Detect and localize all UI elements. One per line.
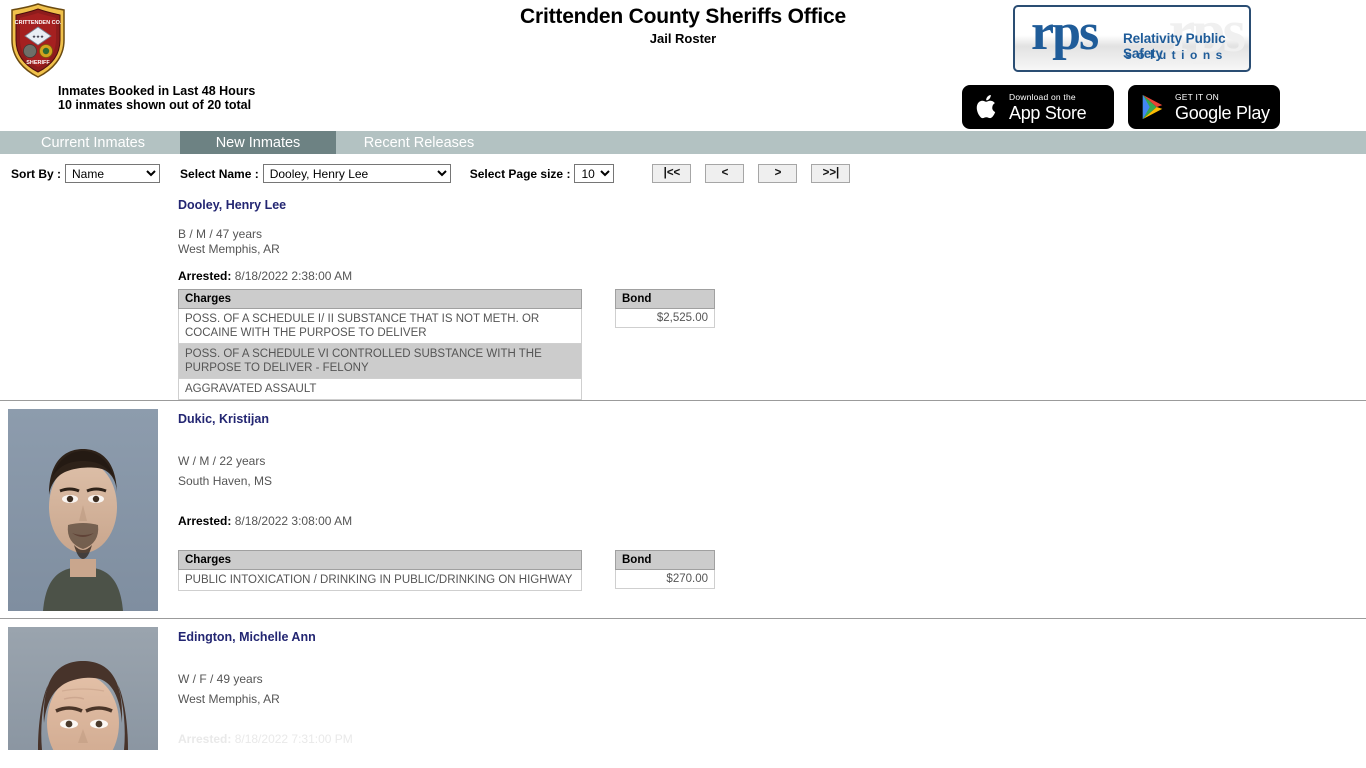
inmate-city: South Haven, MS — [178, 474, 273, 488]
tab-recent-releases[interactable]: Recent Releases — [336, 131, 502, 154]
svg-text:★★★: ★★★ — [32, 34, 45, 39]
inmate-demographics: W / F / 49 years — [178, 672, 263, 686]
inmate-demographics: B / M / 47 years — [178, 227, 263, 241]
inmate-demographics: W / M / 22 years — [178, 454, 266, 468]
sheriff-badge-icon: CRITTENDEN CO. ★★★ SHERIFF — [8, 2, 68, 80]
tab-new-inmates[interactable]: New Inmates — [180, 131, 336, 154]
first-page-button[interactable]: |<< — [652, 164, 692, 183]
last-page-button[interactable]: >>| — [811, 164, 851, 183]
rps-logo-tagline-secondary: solutions — [1125, 48, 1228, 62]
arrested-label: Arrested: — [178, 732, 232, 746]
sort-by-select[interactable]: Name — [65, 164, 161, 183]
apple-icon — [972, 90, 1002, 124]
google-play-small-label: GET IT ON — [1175, 91, 1219, 102]
charges-table: Charges PUBLIC INTOXICATION / DRINKING I… — [178, 550, 582, 591]
inmate-details: Edington, Michelle Ann W / F / 49 years … — [178, 619, 1366, 754]
next-page-button[interactable]: > — [758, 164, 798, 183]
table-row: Edington, Michelle Ann W / F / 49 years … — [0, 619, 1366, 754]
google-play-icon — [1138, 90, 1168, 124]
page-size-select[interactable]: 10 — [574, 164, 615, 183]
bond-amount: $2,525.00 — [615, 308, 715, 328]
charges-header: Charges — [178, 550, 582, 570]
charge-cell: POSS. OF A SCHEDULE I/ II SUBSTANCE THAT… — [178, 308, 582, 344]
bond-amount: $270.00 — [615, 569, 715, 589]
rps-logo[interactable]: rps rps Relativity Public Safety solutio… — [1013, 5, 1251, 72]
google-play-big-label: Google Play — [1175, 102, 1270, 123]
page-size-label: Select Page size : — [469, 166, 571, 181]
charges-bond-row: Charges POSS. OF A SCHEDULE I/ II SUBSTA… — [178, 289, 1366, 400]
app-store-big-label: App Store — [1009, 102, 1087, 123]
prev-page-button[interactable]: < — [705, 164, 745, 183]
select-name-label: Select Name : — [180, 166, 259, 181]
inmate-city: West Memphis, AR — [178, 692, 280, 706]
inmate-details: Dukic, Kristijan W / M / 22 years South … — [178, 401, 1366, 618]
charge-cell: POSS. OF A SCHEDULE VI CONTROLLED SUBSTA… — [178, 343, 582, 379]
svg-text:SHERIFF: SHERIFF — [26, 60, 50, 66]
bond-table: Bond $2,525.00 — [615, 289, 715, 328]
charges-table: Charges POSS. OF A SCHEDULE I/ II SUBSTA… — [178, 289, 582, 400]
bond-header: Bond — [615, 550, 715, 570]
inmate-details: Dooley, Henry Lee B / M / 47 years West … — [178, 187, 1366, 400]
mugshot-cell — [0, 187, 178, 400]
charges-header: Charges — [178, 289, 582, 309]
arrested-value: 8/18/2022 2:38:00 AM — [234, 269, 353, 283]
booked-count-label: 10 inmates shown out of 20 total — [58, 98, 252, 112]
inmate-name-link[interactable]: Edington, Michelle Ann — [178, 630, 1366, 645]
arrested-line: Arrested: 8/18/2022 3:08:00 AM — [178, 514, 1366, 529]
arrested-label: Arrested: — [178, 269, 232, 283]
mugshot-cell — [0, 401, 178, 618]
charges-bond-row: Charges PUBLIC INTOXICATION / DRINKING I… — [178, 550, 1366, 591]
arrested-line: Arrested: 8/18/2022 2:38:00 AM — [178, 269, 1366, 284]
tab-bar: Current Inmates New Inmates Recent Relea… — [0, 131, 1366, 154]
inmate-roster: Dooley, Henry Lee B / M / 47 years West … — [0, 187, 1366, 754]
arrested-value: 8/18/2022 3:08:00 AM — [234, 514, 353, 528]
sort-by-label: Sort By : — [11, 166, 62, 181]
bond-header: Bond — [615, 289, 715, 309]
mugshot-cell — [0, 619, 178, 754]
charge-cell: AGGRAVATED ASSAULT — [178, 378, 582, 400]
app-store-labels: Download on the App Store — [1009, 91, 1087, 123]
table-row: Dooley, Henry Lee B / M / 47 years West … — [0, 187, 1366, 401]
app-store-button[interactable]: Download on the App Store — [962, 85, 1114, 129]
rps-logo-mark: rps — [1031, 5, 1099, 61]
pagination: |<< < > >>| — [652, 164, 851, 183]
mugshot-image[interactable] — [8, 409, 158, 611]
inmate-name-link[interactable]: Dukic, Kristijan — [178, 412, 1366, 427]
bond-table: Bond $270.00 — [615, 550, 715, 589]
arrested-line: Arrested: 8/18/2022 7:31:00 PM — [178, 732, 1366, 747]
mugshot-image[interactable] — [8, 627, 158, 750]
arrested-label: Arrested: — [178, 514, 232, 528]
charge-cell: PUBLIC INTOXICATION / DRINKING IN PUBLIC… — [178, 569, 582, 591]
booked-period-label: Inmates Booked in Last 48 Hours — [58, 84, 256, 98]
tab-current-inmates[interactable]: Current Inmates — [6, 131, 180, 154]
page-header: CRITTENDEN CO. ★★★ SHERIFF Crittenden Co… — [0, 0, 1366, 131]
booked-summary: Inmates Booked in Last 48 Hours 10 inmat… — [58, 84, 255, 112]
inmate-name-link[interactable]: Dooley, Henry Lee — [178, 198, 1366, 213]
google-play-labels: GET IT ON Google Play — [1175, 92, 1270, 123]
arrested-value: 8/18/2022 7:31:00 PM — [234, 732, 353, 746]
google-play-button[interactable]: GET IT ON Google Play — [1128, 85, 1280, 129]
roster-controls: Sort By : Name Select Name : Dooley, Hen… — [0, 160, 1366, 187]
table-row: Dukic, Kristijan W / M / 22 years South … — [0, 401, 1366, 619]
app-store-small-label: Download on the — [1009, 91, 1076, 102]
select-name-select[interactable]: Dooley, Henry Lee — [262, 164, 451, 183]
inmate-city: West Memphis, AR — [178, 242, 280, 256]
svg-text:CRITTENDEN CO.: CRITTENDEN CO. — [15, 20, 62, 26]
